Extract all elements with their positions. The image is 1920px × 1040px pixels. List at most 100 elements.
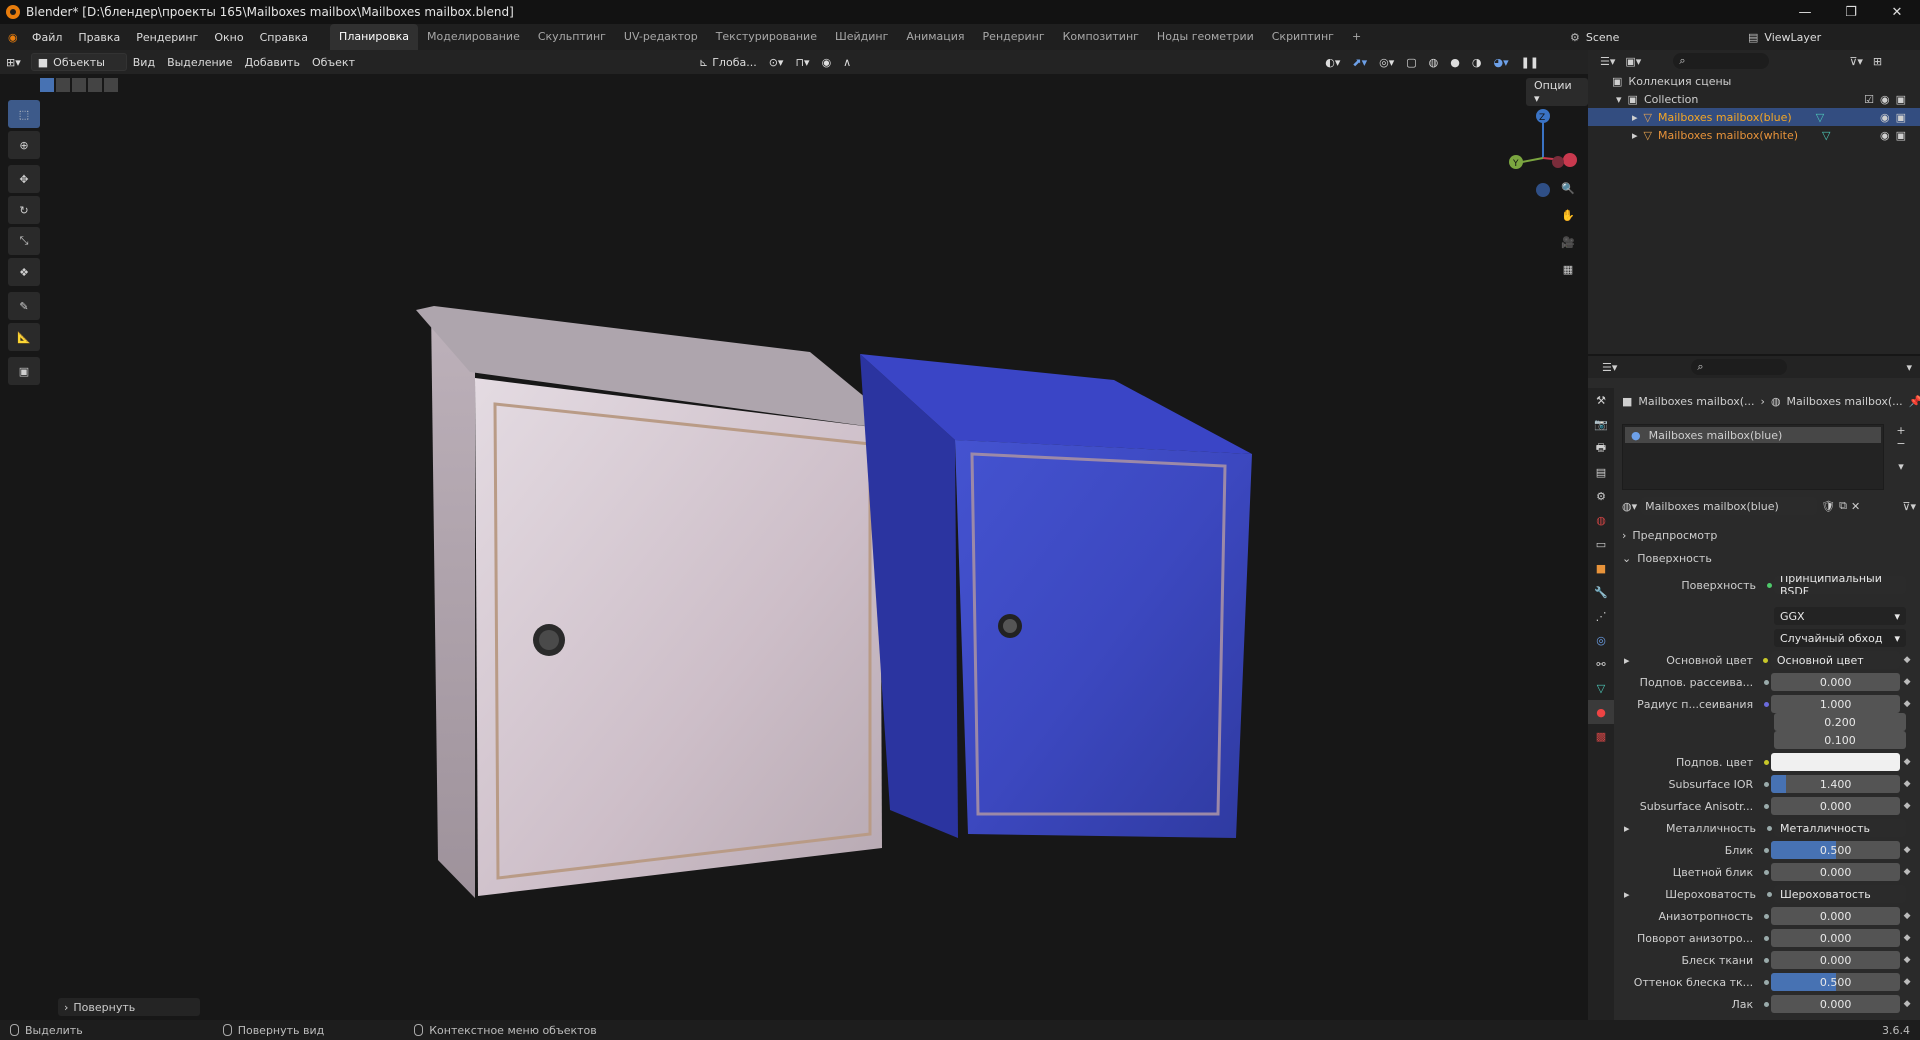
clearcoat-field[interactable]: 0.000: [1770, 995, 1901, 1013]
tab-animation[interactable]: Анимация: [897, 24, 973, 50]
outliner-search[interactable]: ⌕: [1673, 53, 1770, 69]
editor-type-icon[interactable]: ⊞▾: [0, 53, 27, 71]
shading-wireframe-icon[interactable]: ◍: [1423, 53, 1445, 71]
material-tab-icon[interactable]: ●: [1588, 700, 1614, 724]
rotate-tool-icon[interactable]: ↻: [8, 196, 40, 224]
3d-viewport[interactable]: Опции ▾ ⬚ ⊕ ✥ ↻ ⤡ ❖ ✎ 📐 ▣ Z Y 🔍 ✋ 🎥 ▦ › …: [0, 74, 1588, 1020]
gizmo-neg-z-icon[interactable]: [1536, 183, 1550, 197]
perspective-grid-icon[interactable]: ▦: [1556, 257, 1580, 281]
subsurface-ior-field[interactable]: 1.400: [1770, 775, 1901, 793]
keyframe-icon[interactable]: ◆: [1900, 933, 1914, 943]
keyframe-icon[interactable]: ◆: [1900, 757, 1914, 767]
particles-tab-icon[interactable]: ⋰: [1588, 604, 1614, 628]
keyframe-icon[interactable]: ◆: [1900, 999, 1914, 1009]
blue-mailbox[interactable]: [860, 354, 1252, 838]
visibility-toggles-icon[interactable]: ◉▣: [1880, 129, 1912, 142]
tab-texture-paint[interactable]: Текстурирование: [707, 24, 826, 50]
render-tab-icon[interactable]: 📷: [1588, 412, 1614, 436]
view-layer-selector[interactable]: ▤ ViewLayer: [1748, 27, 1918, 47]
close-icon[interactable]: ✕: [1874, 0, 1920, 24]
collection-toggles-icon[interactable]: ☑◉▣: [1864, 93, 1912, 106]
subsurface-radius-x-field[interactable]: 1.000: [1770, 695, 1901, 713]
select-box-tool-icon[interactable]: ⬚: [8, 100, 40, 128]
transform-tool-icon[interactable]: ❖: [8, 258, 40, 286]
tab-geometry-nodes[interactable]: Ноды геометрии: [1148, 24, 1263, 50]
physics-tab-icon[interactable]: ◎: [1588, 628, 1614, 652]
object-tab-icon[interactable]: ■: [1588, 556, 1614, 580]
keyframe-icon[interactable]: ◆: [1900, 977, 1914, 987]
subsurface-anisotropy-field[interactable]: 0.000: [1770, 797, 1901, 815]
sheen-field[interactable]: 0.000: [1770, 951, 1901, 969]
distribution-dropdown[interactable]: GGX ▾: [1774, 607, 1906, 625]
mode-dropdown[interactable]: ■ Объекты: [30, 53, 127, 71]
menu-object[interactable]: Объект: [306, 53, 361, 71]
gizmo-x-icon[interactable]: [1563, 153, 1577, 167]
camera-icon[interactable]: 🎥: [1556, 230, 1580, 254]
scene-selector[interactable]: ⚙ Scene: [1570, 27, 1740, 47]
proportional-edit-icon[interactable]: ◉: [816, 53, 838, 71]
keyframe-icon[interactable]: ◆: [1900, 911, 1914, 921]
transform-orientation-dropdown[interactable]: ⊾ Глоба...: [693, 53, 763, 71]
duplicate-material-icon[interactable]: ⧉: [1839, 499, 1847, 513]
pin-icon[interactable]: 📌: [1909, 395, 1920, 408]
new-collection-icon[interactable]: ⊞: [1873, 55, 1882, 68]
fake-user-icon[interactable]: 🛡: [1821, 500, 1835, 513]
browse-material-icon[interactable]: ◍▾: [1622, 500, 1637, 513]
menu-select[interactable]: Выделение: [161, 53, 239, 71]
outliner-scene-collection[interactable]: ▣ Коллекция сцены: [1588, 72, 1920, 90]
metallic-field[interactable]: Металличность: [1774, 819, 1906, 837]
data-tab-icon[interactable]: ▽: [1588, 676, 1614, 700]
add-workspace-icon[interactable]: +: [1343, 24, 1370, 50]
sheen-tint-field[interactable]: 0.500: [1770, 973, 1901, 991]
tab-layout[interactable]: Планировка: [330, 24, 419, 50]
keyframe-icon[interactable]: ◆: [1900, 955, 1914, 965]
outliner-collection[interactable]: ▾ ▣ Collection ☑◉▣: [1588, 90, 1920, 108]
keyframe-icon[interactable]: ◆: [1900, 779, 1914, 789]
tab-scripting[interactable]: Скриптинг: [1263, 24, 1343, 50]
world-tab-icon[interactable]: ◍: [1588, 508, 1614, 532]
tab-rendering[interactable]: Рендеринг: [974, 24, 1054, 50]
output-tab-icon[interactable]: 🖶: [1588, 436, 1614, 460]
keyframe-icon[interactable]: ◆: [1900, 867, 1914, 877]
menu-view[interactable]: Вид: [127, 53, 161, 71]
tab-shading[interactable]: Шейдинг: [826, 24, 897, 50]
display-mode-icon[interactable]: ▣▾: [1625, 55, 1641, 68]
remove-slot-icon[interactable]: −: [1892, 437, 1910, 450]
keyframe-icon[interactable]: ◆: [1900, 845, 1914, 855]
slot-menu-icon[interactable]: ▾: [1892, 460, 1910, 473]
tab-compositing[interactable]: Композитинг: [1054, 24, 1148, 50]
white-mailbox[interactable]: [416, 306, 900, 898]
collection-tab-icon[interactable]: ▭: [1588, 532, 1614, 556]
scale-tool-icon[interactable]: ⤡: [8, 227, 40, 255]
anisotropic-field[interactable]: 0.000: [1770, 907, 1901, 925]
move-tool-icon[interactable]: ✥: [8, 165, 40, 193]
pan-hand-icon[interactable]: ✋: [1556, 203, 1580, 227]
tool-tab-icon[interactable]: ⚒: [1588, 388, 1614, 412]
keyframe-icon[interactable]: ◆: [1900, 801, 1914, 811]
material-node-icon[interactable]: ⊽▾: [1902, 500, 1916, 513]
tab-sculpting[interactable]: Скульптинг: [529, 24, 615, 50]
keyframe-icon[interactable]: ◆: [1900, 655, 1914, 665]
measure-tool-icon[interactable]: 📐: [8, 323, 40, 351]
subsurface-radius-z-field[interactable]: 0.100: [1774, 731, 1906, 749]
outliner-item-white[interactable]: ▸ ▽ Mailboxes mailbox(white) ▽ ◉▣: [1588, 126, 1920, 144]
menu-edit[interactable]: Правка: [70, 31, 128, 44]
last-operator-panel[interactable]: › Повернуть: [58, 998, 200, 1016]
blender-menu-icon[interactable]: ◉: [8, 31, 24, 44]
menu-file[interactable]: Файл: [24, 31, 70, 44]
unlink-material-icon[interactable]: ✕: [1851, 500, 1860, 513]
pivot-icon[interactable]: ⊙▾: [763, 53, 790, 71]
chevron-down-icon[interactable]: ▾: [1906, 361, 1912, 374]
properties-search[interactable]: ⌕: [1691, 359, 1788, 375]
pause-icon[interactable]: ❚❚: [1515, 53, 1545, 71]
menu-help[interactable]: Справка: [252, 31, 316, 44]
specular-tint-field[interactable]: 0.000: [1770, 863, 1901, 881]
snap-icon[interactable]: ⊓▾: [789, 53, 815, 71]
panel-surface[interactable]: ⌄ Поверхность: [1622, 549, 1918, 567]
restore-icon[interactable]: ❐: [1828, 0, 1874, 24]
tab-modeling[interactable]: Моделирование: [418, 24, 529, 50]
surface-shader-field[interactable]: Принципиальный BSDF: [1774, 576, 1906, 594]
shading-material-icon[interactable]: ◑: [1466, 53, 1488, 71]
add-cube-tool-icon[interactable]: ▣: [8, 357, 40, 385]
xray-icon[interactable]: ▢: [1400, 53, 1422, 71]
